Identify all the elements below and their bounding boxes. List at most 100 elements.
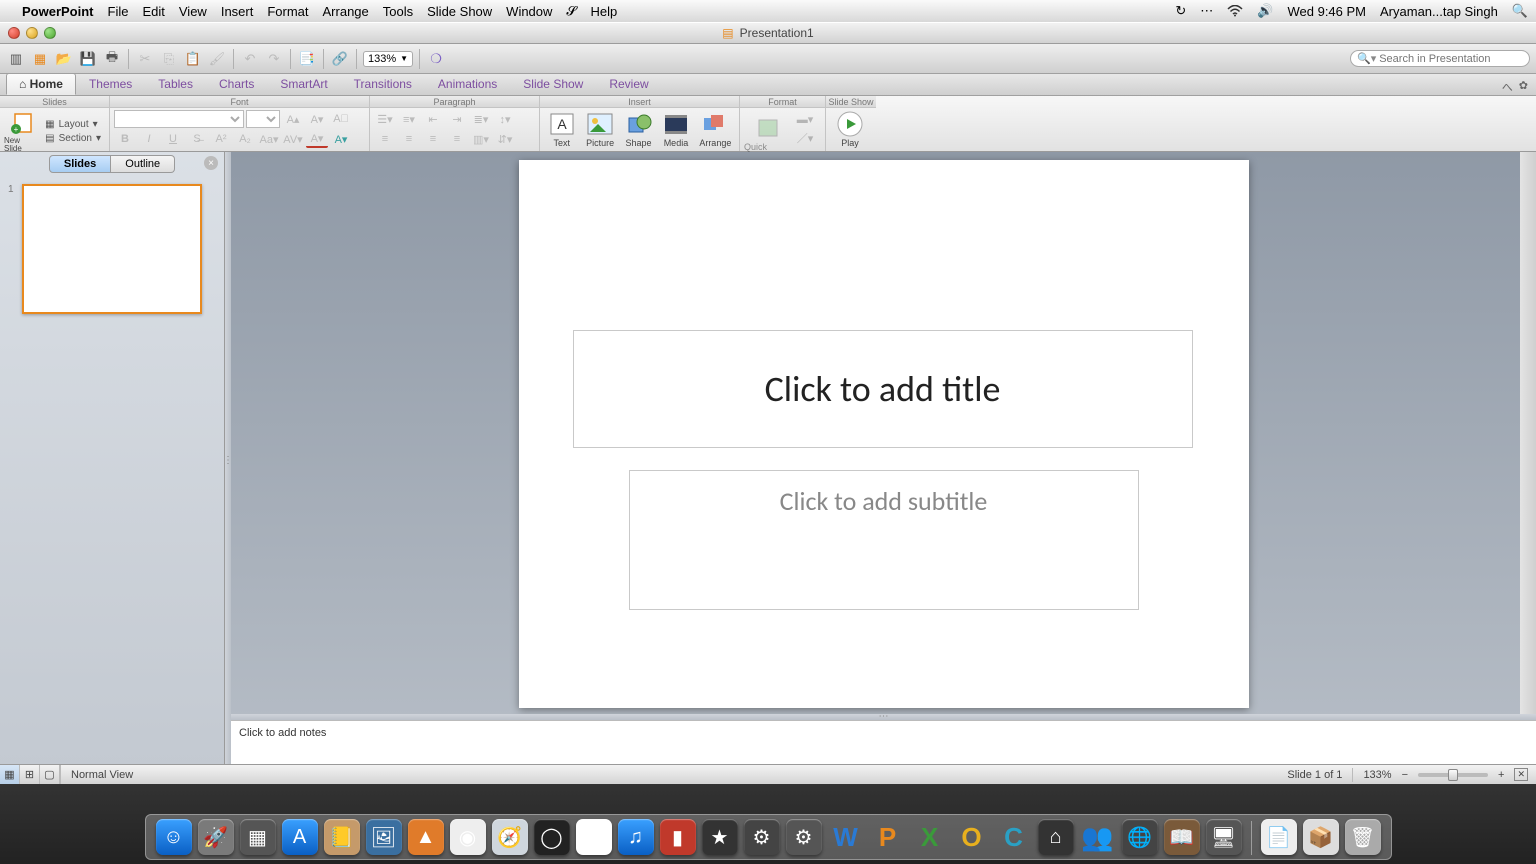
tab-home[interactable]: Home <box>6 73 76 95</box>
powerpoint-icon[interactable]: P <box>870 819 906 855</box>
menu-script[interactable]: 𝓢 <box>566 3 576 19</box>
insert-media-button[interactable]: Media <box>658 111 693 148</box>
underline-icon[interactable]: U <box>162 130 184 148</box>
qat-redo-icon[interactable]: ↷ <box>264 49 284 69</box>
bold-icon[interactable]: B <box>114 130 136 148</box>
char-spacing-icon[interactable]: AV▾ <box>282 130 304 148</box>
new-slide-button[interactable]: + New Slide <box>4 110 39 153</box>
clear-format-icon[interactable]: A⃠ <box>330 110 352 128</box>
close-window-button[interactable] <box>8 27 20 39</box>
panel-close-icon[interactable]: × <box>204 156 218 170</box>
tab-smartart[interactable]: SmartArt <box>267 73 340 95</box>
search-input[interactable] <box>1379 53 1523 65</box>
qat-save-icon[interactable]: 💾 <box>78 49 98 69</box>
qat-new-icon[interactable]: ▥ <box>6 49 26 69</box>
insert-shape-button[interactable]: Shape <box>621 111 656 148</box>
subtitle-placeholder[interactable]: Click to add subtitle <box>629 470 1139 610</box>
zoom-window-button[interactable] <box>44 27 56 39</box>
tab-transitions[interactable]: Transitions <box>341 73 425 95</box>
panel-tab-outline[interactable]: Outline <box>111 155 175 173</box>
superscript-icon[interactable]: A² <box>210 130 232 148</box>
change-case-icon[interactable]: Aa▾ <box>258 130 280 148</box>
user-menu[interactable]: Aryaman...tap Singh <box>1380 4 1498 19</box>
insert-text-button[interactable]: AText <box>544 111 579 148</box>
menu-window[interactable]: Window <box>506 4 552 19</box>
calendar-icon[interactable]: 11 <box>576 819 612 855</box>
menu-view[interactable]: View <box>179 4 207 19</box>
finder-icon[interactable]: ☺ <box>156 819 192 855</box>
menu-edit[interactable]: Edit <box>142 4 164 19</box>
utility-icon[interactable]: ⚙ <box>786 819 822 855</box>
qat-help-icon[interactable]: ❍ <box>426 49 446 69</box>
volume-icon[interactable]: 🔊 <box>1257 3 1273 19</box>
book-icon[interactable]: 📖 <box>1164 819 1200 855</box>
play-button[interactable]: Play <box>830 111 870 148</box>
search-box[interactable]: 🔍▾ <box>1350 50 1530 67</box>
bluetooth-icon[interactable]: ⋯ <box>1200 3 1213 19</box>
align-center-icon[interactable]: ≡ <box>398 130 420 148</box>
align-left-icon[interactable]: ≡ <box>374 130 396 148</box>
highlight-icon[interactable]: A▾ <box>330 130 352 148</box>
menu-slideshow[interactable]: Slide Show <box>427 4 492 19</box>
menu-file[interactable]: File <box>108 4 129 19</box>
grow-font-icon[interactable]: A▴ <box>282 110 304 128</box>
qat-slides-icon[interactable]: 📑 <box>297 49 317 69</box>
launchpad-icon[interactable]: 🚀 <box>198 819 234 855</box>
minimize-window-button[interactable] <box>26 27 38 39</box>
outdent-icon[interactable]: ⇤ <box>422 110 444 128</box>
contacts-icon[interactable]: 📒 <box>324 819 360 855</box>
title-placeholder[interactable]: Click to add title <box>573 330 1193 448</box>
mission-icon[interactable]: ▦ <box>240 819 276 855</box>
align-text-icon[interactable]: ⇵▾ <box>494 130 516 148</box>
qat-link-icon[interactable]: 🔗 <box>330 49 350 69</box>
slide-canvas[interactable]: Click to add title Click to add subtitle <box>519 160 1249 708</box>
tab-slideshow[interactable]: Slide Show <box>510 73 596 95</box>
messenger-icon[interactable]: C <box>996 819 1032 855</box>
sync-icon[interactable]: ↻ <box>1175 3 1186 19</box>
panel-tab-slides[interactable]: Slides <box>49 155 111 173</box>
numbering-icon[interactable]: ≡▾ <box>398 110 420 128</box>
bullets-icon[interactable]: ☰▾ <box>374 110 396 128</box>
tab-tables[interactable]: Tables <box>145 73 206 95</box>
ribbon-settings-icon[interactable]: ✿ <box>1519 79 1528 95</box>
font-family-select[interactable] <box>114 110 244 128</box>
ribbon-collapse-icon[interactable]: へ <box>1502 79 1513 95</box>
section-button[interactable]: ▤ Section ▾ <box>41 132 105 145</box>
fit-icon[interactable]: ✕ <box>1514 768 1528 781</box>
vertical-scrollbar[interactable] <box>1520 152 1536 768</box>
tab-review[interactable]: Review <box>596 73 661 95</box>
people-icon[interactable]: 👥 <box>1080 819 1116 855</box>
itunes-icon[interactable]: ♫ <box>618 819 654 855</box>
strike-icon[interactable]: S̶ <box>186 130 208 148</box>
tab-animations[interactable]: Animations <box>425 73 510 95</box>
indent-icon[interactable]: ⇥ <box>446 110 468 128</box>
justify-icon[interactable]: ≡ <box>446 130 468 148</box>
excel-icon[interactable]: X <box>912 819 948 855</box>
preview-icon[interactable]: 🖼 <box>366 819 402 855</box>
qat-print-icon[interactable]: 🖶 <box>102 49 122 69</box>
menu-insert[interactable]: Insert <box>221 4 254 19</box>
chrome-icon[interactable]: ◉ <box>450 819 486 855</box>
insert-picture-button[interactable]: Picture <box>581 111 618 148</box>
italic-icon[interactable]: I <box>138 130 160 148</box>
fill-icon[interactable]: ▬▾ <box>794 110 816 128</box>
columns-icon[interactable]: ▥▾ <box>470 130 492 148</box>
xcode-icon[interactable]: ⚙ <box>744 819 780 855</box>
slideshow-view-icon[interactable]: ▢ <box>40 765 60 784</box>
zoom-in-icon[interactable]: + <box>1498 769 1504 781</box>
normal-view-icon[interactable]: ▦ <box>0 765 20 784</box>
app-menu[interactable]: PowerPoint <box>22 4 94 19</box>
word-icon[interactable]: W <box>828 819 864 855</box>
remote-icon[interactable]: ⌂ <box>1038 819 1074 855</box>
tab-themes[interactable]: Themes <box>76 73 145 95</box>
qat-open-icon[interactable]: 📂 <box>54 49 74 69</box>
zoom-slider[interactable] <box>1418 773 1488 777</box>
box-icon[interactable]: 📦 <box>1303 819 1339 855</box>
steam-icon[interactable]: ◯ <box>534 819 570 855</box>
text-direction-icon[interactable]: ↕▾ <box>494 110 516 128</box>
monitor-icon[interactable]: 🖥 <box>1206 819 1242 855</box>
safari-icon[interactable]: 🧭 <box>492 819 528 855</box>
qat-paste-icon[interactable]: 📋 <box>183 49 203 69</box>
qat-cut-icon[interactable]: ✂ <box>135 49 155 69</box>
line-icon[interactable]: ／▾ <box>794 129 816 147</box>
